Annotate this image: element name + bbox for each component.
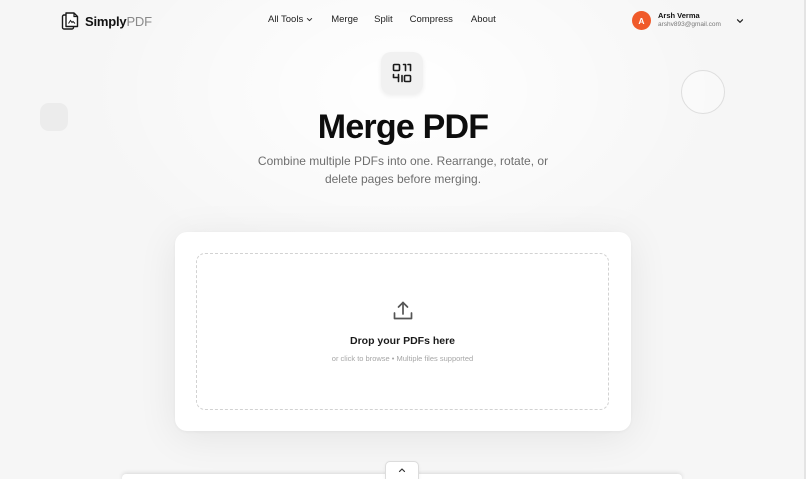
dropzone-hint: or click to browse • Multiple files supp… [331,354,474,363]
nav-all-tools[interactable]: All Tools [268,14,313,25]
user-info: Arsh Verma arshv893@gmail.com [658,12,721,28]
file-dropzone[interactable]: Drop your PDFs here or click to browse •… [196,253,609,410]
logo-text: SimplyPDF [85,14,152,29]
logo-name-accent: PDF [126,13,152,29]
logo-name-main: Simply [85,13,127,29]
nav-merge[interactable]: Merge [331,14,358,25]
user-name: Arsh Verma [658,11,700,21]
logo-link[interactable]: SimplyPDF [60,10,152,32]
page-title: Merge PDF [317,108,489,146]
user-menu[interactable]: A Arsh Verma arshv893@gmail.com [632,11,744,30]
chevron-down-icon [307,17,313,22]
chevron-down-icon [736,18,744,23]
upload-icon [393,301,413,320]
main-nav: All Tools Merge Split Compress About [268,14,496,25]
nav-all-tools-label: All Tools [268,14,304,25]
dropzone-title: Drop your PDFs here [349,335,456,347]
upload-card: Drop your PDFs here or click to browse •… [175,232,631,431]
user-email: arshv893@gmail.com [658,21,721,29]
top-navigation-bar: SimplyPDF All Tools Merge Split Compress… [0,0,806,42]
expand-panel-button[interactable] [385,461,419,479]
avatar: A [632,11,651,30]
pdf-logo-icon [61,12,79,30]
nav-compress[interactable]: Compress [410,14,453,25]
chevron-up-icon [398,468,406,473]
nav-split[interactable]: Split [374,14,392,25]
merge-pdf-icon [392,63,412,83]
page: SimplyPDF All Tools Merge Split Compress… [0,0,806,479]
nav-about[interactable]: About [471,14,496,25]
page-subtitle: Combine multiple PDFs into one. Rearrang… [257,154,549,186]
merge-pdf-icon-badge [381,52,423,94]
